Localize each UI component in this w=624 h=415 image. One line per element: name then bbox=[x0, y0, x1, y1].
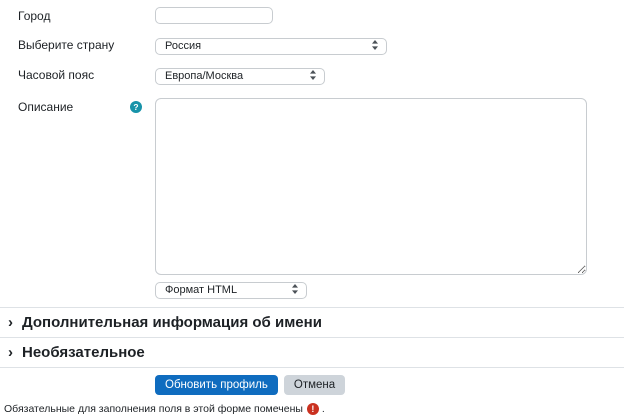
section-header-additional-name-info[interactable]: › Дополнительная информация об имени bbox=[0, 308, 624, 337]
required-note-text: Обязательные для заполнения поля в этой … bbox=[4, 403, 303, 415]
profile-edit-form: Город Выберите страну Россия Часовой поя… bbox=[0, 0, 624, 415]
format-select[interactable]: Формат HTML bbox=[155, 282, 307, 299]
form-row-description: Описание ? bbox=[0, 98, 624, 275]
required-note-suffix: . bbox=[322, 403, 325, 415]
city-label: Город bbox=[18, 9, 50, 23]
help-icon[interactable]: ? bbox=[130, 101, 142, 113]
form-actions: Обновить профиль Отмена bbox=[0, 375, 624, 395]
form-row-city: Город bbox=[0, 7, 624, 24]
section-header-optional[interactable]: › Необязательное bbox=[0, 338, 624, 367]
update-profile-button[interactable]: Обновить профиль bbox=[155, 375, 278, 395]
divider bbox=[0, 367, 624, 368]
timezone-select[interactable]: Европа/Москва bbox=[155, 68, 325, 85]
description-textarea[interactable] bbox=[155, 98, 587, 275]
cancel-button[interactable]: Отмена bbox=[284, 375, 345, 395]
form-row-timezone: Часовой пояс Европа/Москва bbox=[0, 66, 624, 85]
form-row-format: Формат HTML bbox=[0, 280, 624, 299]
country-select[interactable]: Россия bbox=[155, 38, 387, 55]
city-input[interactable] bbox=[155, 7, 273, 24]
required-fields-note: Обязательные для заполнения поля в этой … bbox=[0, 403, 624, 415]
form-row-country: Выберите страну Россия bbox=[0, 36, 624, 55]
section-title: Необязательное bbox=[22, 344, 145, 361]
chevron-right-icon: › bbox=[8, 345, 22, 361]
required-exclamation-icon: ! bbox=[307, 403, 319, 415]
description-label: Описание bbox=[18, 100, 73, 114]
timezone-label: Часовой пояс bbox=[18, 68, 94, 82]
chevron-right-icon: › bbox=[8, 315, 22, 331]
section-title: Дополнительная информация об имени bbox=[22, 314, 322, 331]
country-label: Выберите страну bbox=[18, 38, 114, 52]
